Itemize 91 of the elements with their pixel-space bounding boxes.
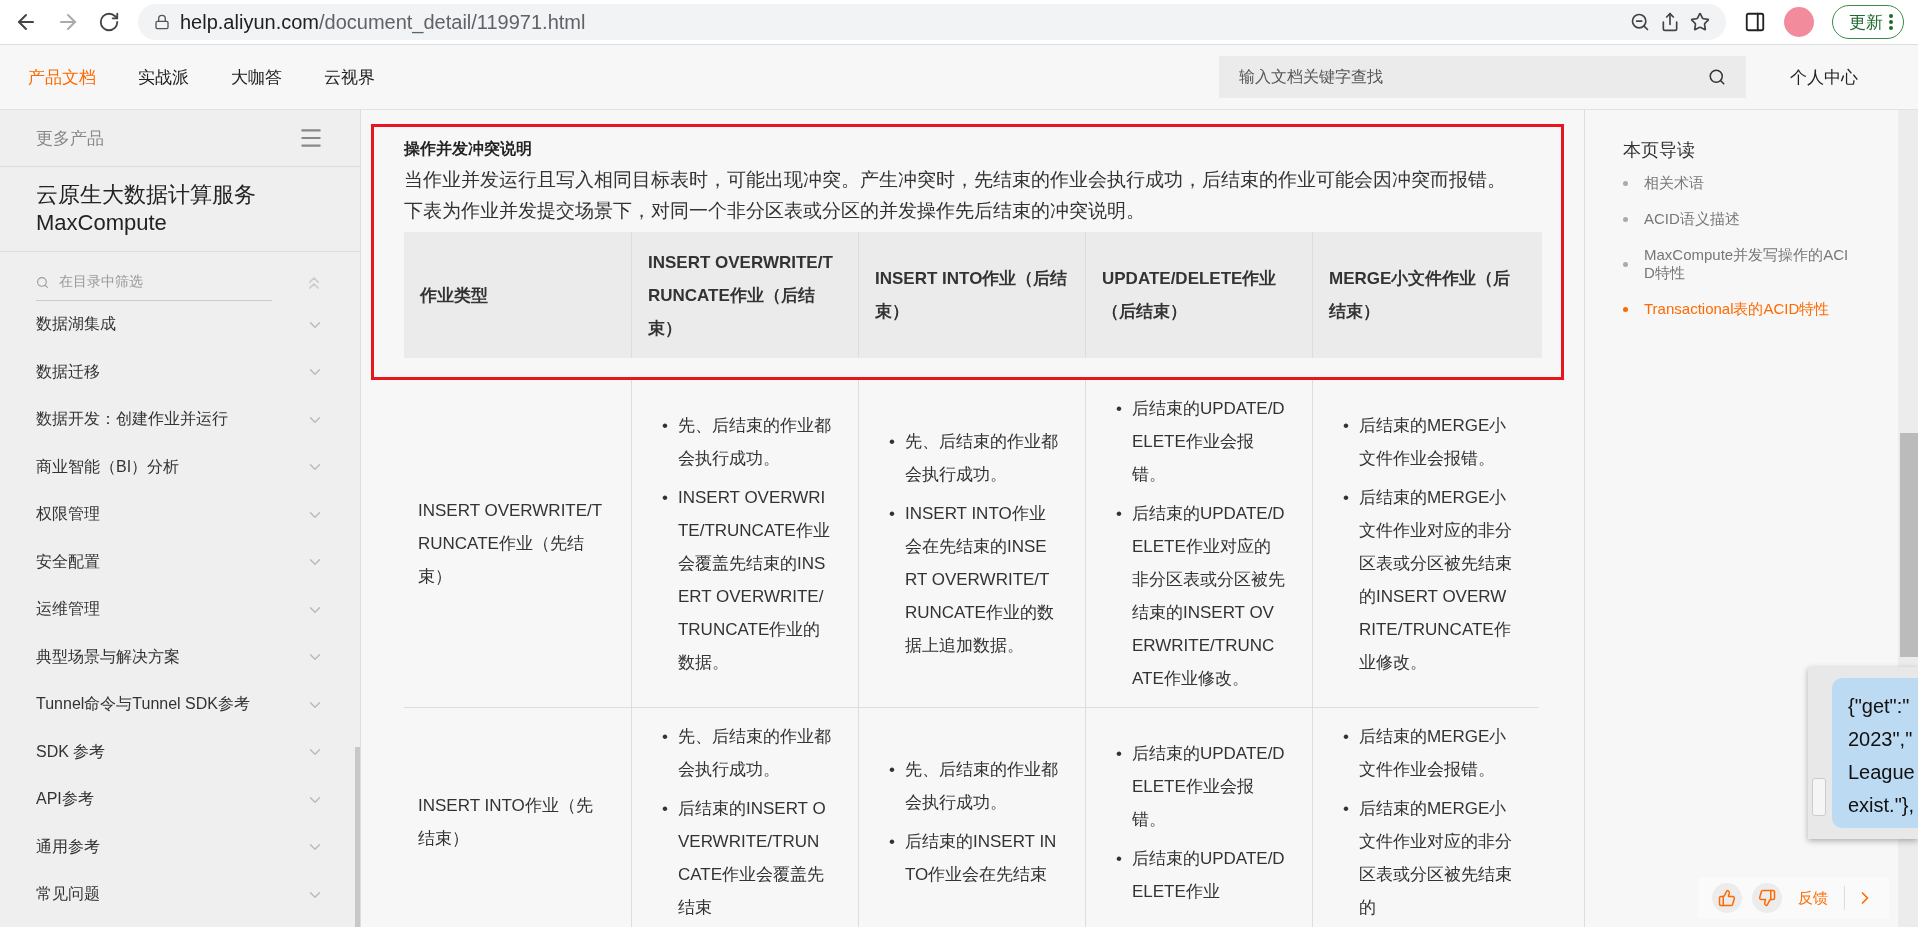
address-bar[interactable]: help.aliyun.com/document_detail/119971.html [138,4,1726,40]
bullet-item: 后结束的MERGE小文件作业会报错。 [1358,726,1508,781]
scrollbar-thumb[interactable] [355,747,360,927]
bullet-marker: • [1116,847,1122,870]
bullet-marker: • [662,486,668,509]
paragraph: 下表为作业并发提交场景下，对同一个非分区表或分区的并发操作先后结束的冲突说明。 [404,199,1146,223]
toc-link[interactable]: MaxCompute并发写操作的ACID特性 [1644,246,1854,282]
update-button[interactable]: 更新 [1832,5,1904,39]
lock-icon [154,14,170,30]
column-header: MERGE小文件作业（后结束） [1329,268,1512,323]
bullet-marker: • [1343,414,1349,437]
toc-link[interactable]: 相关术语 [1644,174,1854,192]
bullet-item: 先、后结束的作业都会执行成功。 [677,726,831,781]
scrollbar-thumb[interactable] [1900,433,1918,657]
bullet-marker: • [662,414,668,437]
bullet-item: 后结束的MERGE小文件作业会报错。 [1358,414,1508,470]
bullet-marker: • [889,759,895,781]
bullet-item: 后结束的UPDATE/DELETE作业会报错。 [1131,398,1285,486]
bullet-item: 先、后结束的作业都会执行成功。 [904,431,1058,486]
sidebar-item[interactable]: 通用参考 [36,836,100,858]
sidebar-item[interactable]: 数据迁移 [36,361,100,383]
account-link[interactable]: 个人中心 [1790,65,1858,89]
bullet-marker: • [1343,486,1349,509]
sidebar-item[interactable]: 数据湖集成 [36,314,116,336]
sidebar-item[interactable]: 数据开发：创建作业并运行 [36,409,228,431]
message-line: 2023"," [1848,727,1914,752]
search-icon [36,275,49,289]
zoom-out-icon[interactable] [1630,12,1650,32]
nav-tab[interactable]: 大咖答 [231,65,282,89]
product-title: 云原生大数据计算服务 [36,181,257,209]
sidebar-item[interactable]: 典型场景与解决方案 [36,646,180,668]
table-cell-text: INSERT INTO作业（先结束） [418,795,594,850]
profile-avatar[interactable] [1784,7,1814,37]
side-panel-icon[interactable] [1744,11,1766,33]
sidebar-item[interactable]: 运维管理 [36,599,100,621]
grip-handle[interactable] [1812,778,1826,816]
thumbs-up-icon [1718,889,1736,907]
url-text: help.aliyun.com/document_detail/119971.html [180,10,586,34]
bullet-item: 后结束的INSERT OVERWRITE/TRUNCATE作业会覆盖先结束 [677,798,827,919]
table-cell-text: INSERT OVERWRITE/TRUNCATE作业（先结束） [418,500,604,588]
bullet-marker: • [889,431,895,453]
sidebar-item[interactable]: 权限管理 [36,504,100,526]
reload-icon[interactable] [98,11,120,33]
bullet-marker: • [889,503,895,525]
sidebar-item[interactable]: API参考 [36,789,94,811]
message-line: {"get":" [1848,694,1911,719]
product-name: MaxCompute [36,209,168,237]
sidebar-item[interactable]: Tunnel命令与Tunnel SDK参考 [36,694,250,716]
nav-tab[interactable]: 云视界 [324,65,375,89]
sidebar-item[interactable]: 商业智能（BI）分析 [36,456,180,478]
column-header: INSERT OVERWRITE/TRUNCATE作业（后结束） [648,251,834,340]
paragraph: 当作业并发运行且写入相同目标表时，可能出现冲突。产生冲突时，先结束的作业会执行成功，后结束的作业可能会因冲突而报错。 [404,168,1507,192]
sidebar-item[interactable]: SDK 参考 [36,741,106,763]
thumbs-up-button[interactable] [1712,883,1742,913]
bullet-item: 后结束的UPDATE/DELETE作业会报错。 [1131,742,1285,831]
bullet-marker: • [662,798,668,820]
bullet-item: 后结束的INSERT INTO作业会在先结束 [904,831,1058,886]
thumbs-down-icon [1758,889,1776,907]
bullet-item: 后结束的UPDATE/DELETE作业对应的非分区表或分区被先结束的INSERT OVERWRITE/TRUNCATE作业修改。 [1131,503,1285,690]
sidebar-item[interactable]: 常见问题 [36,884,100,906]
bullet-marker: • [1343,726,1349,748]
bullet-marker: • [889,831,895,853]
sidebar-item[interactable]: 安全配置 [36,551,100,573]
bullet-item: INSERT INTO作业会在先结束的INSERT OVERWRITE/TRUNCATE作业的数据上追加数据。 [904,503,1055,657]
search-icon[interactable] [1708,68,1726,86]
bullet-marker: • [1343,798,1349,820]
search-field[interactable]: 输入文档关键字查找 [1219,56,1746,98]
toc-link[interactable]: ACID语义描述 [1644,210,1854,228]
bullet-item: INSERT OVERWRITE/TRUNCATE作业会覆盖先结束的INSERT OVERWRITE/TRUNCATE作业的数据。 [677,486,831,674]
section-title: 操作并发冲突说明 [404,139,533,159]
more-icon [1889,14,1893,30]
thumbs-down-button[interactable] [1752,883,1782,913]
bullet-item: 先、后结束的作业都会执行成功。 [904,759,1058,814]
bullet-item: 后结束的MERGE小文件作业对应的非分区表或分区被先结束的 [1358,798,1512,919]
bullet-marker: • [662,726,668,748]
bullet-marker: • [1116,742,1122,765]
more-products-label: 更多产品 [36,127,104,150]
toc-title: 本页导读 [1623,139,1696,162]
column-header: INSERT INTO作业（后结束） [875,268,1069,323]
bullet-item: 先、后结束的作业都会执行成功。 [677,414,831,470]
share-icon[interactable] [1660,12,1680,32]
message-line: League [1848,760,1916,785]
column-header: UPDATE/DELETE作业（后结束） [1102,268,1278,323]
nav-tab[interactable]: 实战派 [138,65,189,89]
message-line: exist."}, [1848,793,1915,818]
bullet-marker: • [1116,503,1122,525]
bullet-marker: • [1116,398,1122,420]
bullet-item: 后结束的MERGE小文件作业对应的非分区表或分区被先结束的INSERT OVERWRITE/TRUNCATE作业修改。 [1358,486,1512,674]
star-icon[interactable] [1690,12,1710,32]
bullet-item: 后结束的UPDATE/DELETE作业 [1131,847,1285,903]
column-header: 作业类型 [420,284,488,307]
